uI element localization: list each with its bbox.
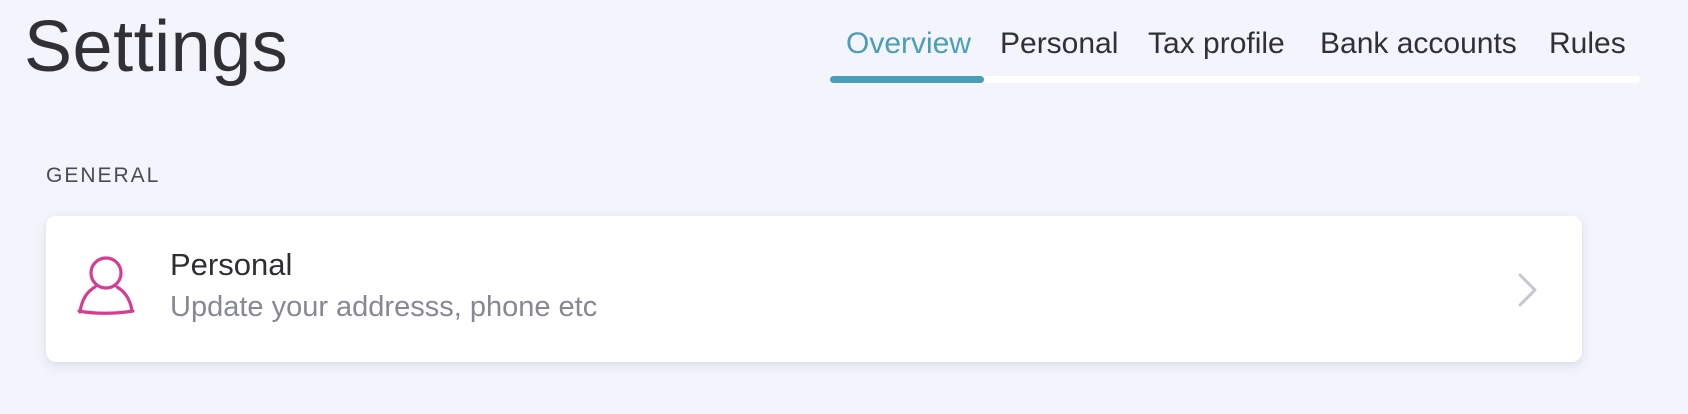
tab-rules[interactable]: Rules <box>1549 26 1626 62</box>
card-subtitle: Update your addresss, phone etc <box>170 291 598 323</box>
tab-tax-profile[interactable]: Tax profile <box>1148 26 1285 62</box>
card-title: Personal <box>170 247 293 282</box>
page-title: Settings <box>24 7 289 87</box>
tab-bank-accounts[interactable]: Bank accounts <box>1320 26 1517 62</box>
settings-page: Settings Overview Personal Tax profile B… <box>0 0 1688 414</box>
settings-tabs: Overview Personal Tax profile Bank accou… <box>830 0 1640 86</box>
active-tab-indicator <box>830 76 984 83</box>
section-heading-general: GENERAL <box>46 164 161 187</box>
tab-overview[interactable]: Overview <box>846 26 971 62</box>
personal-settings-card[interactable]: Personal Update your addresss, phone etc <box>46 216 1582 362</box>
chevron-right-icon[interactable] <box>1516 272 1540 308</box>
user-icon <box>77 256 135 315</box>
tab-personal[interactable]: Personal <box>1000 26 1118 62</box>
